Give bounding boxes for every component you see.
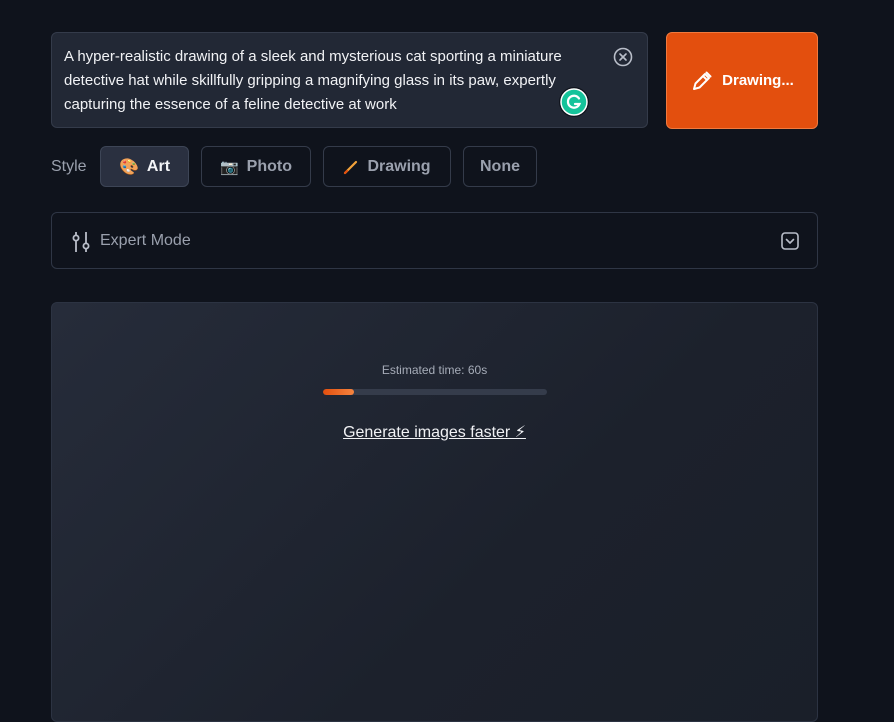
style-label: Style [51,158,87,175]
chevron-down-icon [781,232,799,250]
prompt-input[interactable]: A hyper-realistic drawing of a sleek and… [51,32,648,128]
style-drawing-label: Drawing [367,157,431,175]
style-art-button[interactable]: 🎨 Art [100,146,189,187]
prompt-text[interactable]: A hyper-realistic drawing of a sleek and… [64,45,584,117]
style-photo-button[interactable]: 📷 Photo [201,146,311,187]
drawing-button[interactable]: Drawing... [666,32,818,129]
close-circle-icon [613,47,633,67]
pencil-icon [344,160,358,174]
generate-faster-link[interactable]: Generate images faster ⚡ [52,422,817,442]
grammarly-icon [560,88,588,116]
camera-icon: 📷 [219,158,239,176]
progress-fill [323,389,355,395]
palette-icon: 🎨 [118,158,139,176]
grammarly-badge[interactable] [559,87,589,117]
style-photo-label: Photo [246,157,292,175]
style-drawing-button[interactable]: Drawing [323,146,451,187]
expert-mode-label: Expert Mode [100,232,191,249]
progress-bar [323,389,547,395]
estimated-time: Estimated time: 60s [381,363,488,377]
style-none-button[interactable]: None [463,146,537,187]
clear-prompt-button[interactable] [613,47,633,67]
style-art-label: Art [146,157,171,175]
expert-mode-toggle[interactable]: Expert Mode [51,212,818,269]
image-canvas: Estimated time: 60s Generate images fast… [51,302,818,722]
sliders-icon [72,232,90,252]
pencil-icon [693,71,712,90]
drawing-button-label: Drawing... [722,72,794,89]
style-none-label: None [480,157,520,175]
